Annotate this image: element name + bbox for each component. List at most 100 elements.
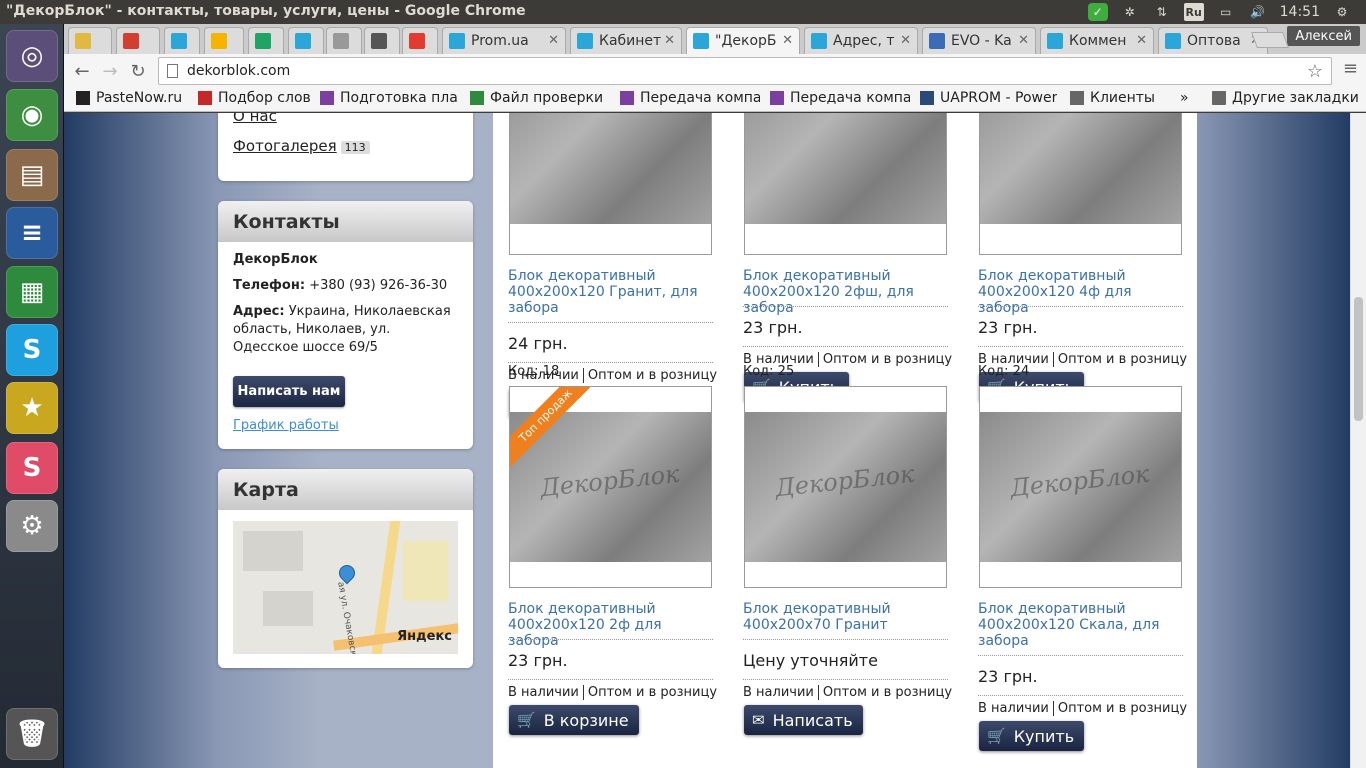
product-image[interactable]: ДекорБлок Топ продаж — [509, 386, 712, 588]
write-button[interactable]: ✉ Написать — [744, 705, 863, 735]
new-tab-button[interactable] — [1251, 32, 1289, 48]
update-check-icon[interactable]: ✓ — [1087, 3, 1108, 21]
bookmark-star-icon[interactable]: ☆ — [1307, 61, 1323, 82]
tab-close-icon[interactable]: ✕ — [548, 33, 559, 48]
network-icon[interactable]: ⇅ — [1152, 3, 1172, 21]
launcher-files-icon[interactable]: ▤ — [6, 149, 58, 201]
power-gear-icon[interactable]: ⚙ — [1332, 3, 1352, 21]
write-us-button[interactable]: Написать нам — [233, 376, 345, 407]
browser-tab[interactable] — [364, 27, 400, 54]
yandex-logo: Яндекс — [397, 629, 452, 644]
tab-strip: Алексей Prom.ua ✕ Кабинет ✕ "ДекорБ ✕ Адрес, т… — [64, 24, 1366, 54]
bookmarks-overflow-icon[interactable]: » — [1180, 90, 1189, 106]
product-name-link[interactable]: Блок декоративный 400х200х70 Гранит — [743, 601, 948, 633]
launcher-trash-icon[interactable]: 🗑 — [6, 708, 58, 760]
launcher-skype-icon[interactable]: S — [6, 324, 58, 376]
tab-label: Prom.ua — [471, 33, 529, 49]
tab-favicon-icon — [693, 33, 709, 49]
separator — [817, 685, 819, 700]
page-scrollbar[interactable] — [1350, 113, 1366, 768]
product-code: Код: 25 — [743, 364, 795, 379]
bookmark-item[interactable]: Файл проверки — [470, 90, 603, 106]
browser-tab[interactable]: EVO - Ka ✕ — [922, 27, 1036, 54]
product-card: Код: 24 ДекорБлок Блок декоративный 400х20… — [978, 113, 1187, 768]
system-top-bar: "ДекорБлок" - контакты, товары, услуги, … — [0, 0, 1366, 24]
browser-tab[interactable] — [248, 27, 284, 54]
battery-icon[interactable]: ▭ — [1216, 3, 1236, 21]
launcher-writer-icon[interactable]: ≡ — [6, 207, 58, 259]
volume-icon[interactable]: 🔊 — [1248, 3, 1268, 21]
clock[interactable]: 14:51 — [1280, 4, 1320, 20]
browser-tab[interactable] — [68, 27, 112, 54]
tab-close-icon[interactable]: ✕ — [1018, 33, 1029, 48]
sidebar-link-about[interactable]: О нас — [233, 113, 277, 125]
bookmark-item[interactable]: Подготовка пла — [320, 90, 458, 106]
tab-close-icon[interactable]: ✕ — [1136, 33, 1147, 48]
bookmark-item[interactable]: UAPROM - Power — [920, 90, 1057, 106]
other-bookmarks[interactable]: Другие закладки — [1212, 90, 1359, 106]
product-name-link[interactable]: Блок декоративный 400х200х120 Скала, для… — [978, 601, 1183, 649]
buy-button[interactable]: 🛒 В корзине — [509, 705, 639, 735]
other-bookmarks-label: Другие закладки — [1232, 90, 1359, 106]
launcher-ubuntu-dash-icon[interactable]: ◎ — [6, 30, 58, 82]
tab-favicon-icon — [171, 33, 187, 49]
map-block — [263, 591, 313, 626]
settings-tray-icon[interactable]: ✲ — [1120, 3, 1140, 21]
browser-tab[interactable]: Коммен ✕ — [1040, 27, 1154, 54]
product-image[interactable]: ДекорБлок — [744, 386, 947, 588]
launcher-chrome-icon[interactable]: ◉ — [6, 89, 58, 141]
bookmark-item[interactable]: Подбор слов — [198, 90, 311, 106]
browser-tab[interactable] — [164, 27, 200, 54]
browser-tab[interactable] — [204, 27, 244, 54]
browser-tab[interactable]: Кабинет ✕ — [570, 27, 682, 54]
bookmark-favicon-icon — [620, 91, 634, 105]
launcher-settings-icon[interactable]: ⚙ — [6, 500, 58, 552]
system-tray: ✓ ✲ ⇅ Ru ▭ 🔊 14:51 ⚙ — [1087, 0, 1366, 24]
product-price: 23 грн. — [978, 667, 1038, 686]
keyboard-layout-indicator[interactable]: Ru — [1183, 3, 1204, 21]
separator — [1052, 701, 1054, 716]
forward-icon[interactable]: → — [98, 60, 122, 82]
browser-tab[interactable]: Адрес, т ✕ — [804, 27, 918, 54]
tab-close-icon[interactable]: ✕ — [900, 33, 911, 48]
browser-tab[interactable] — [288, 27, 324, 54]
phone-value: +380 (93) 926-36-30 — [309, 278, 448, 293]
launcher-calc-icon[interactable]: ▦ — [6, 266, 58, 318]
bookmark-item[interactable]: Клиенты — [1070, 90, 1155, 106]
launcher-slack-icon[interactable]: S — [6, 442, 58, 494]
back-icon[interactable]: ← — [70, 60, 94, 82]
buy-button[interactable]: 🛒 Купить — [979, 721, 1085, 751]
gallery-count-badge: 113 — [340, 141, 370, 154]
browser-tab[interactable] — [116, 27, 160, 54]
profile-button[interactable]: Алексей — [1287, 26, 1360, 46]
bookmark-item[interactable]: Передача компа — [770, 90, 910, 106]
browser-tab[interactable] — [326, 27, 362, 54]
reload-icon[interactable]: ↻ — [126, 60, 150, 82]
trade-type-label: Оптом и в розницу — [587, 685, 718, 700]
bookmark-item[interactable]: Передача компа — [620, 90, 760, 106]
browser-tab[interactable]: Prom.ua ✕ — [442, 27, 566, 54]
tab-close-icon[interactable]: ✕ — [782, 33, 793, 48]
address-bar[interactable]: dekorblok.com ☆ — [158, 57, 1332, 85]
map-block — [243, 531, 303, 571]
map-heading: Карта — [218, 469, 473, 510]
scrollbar-thumb[interactable] — [1354, 297, 1363, 421]
browser-tab[interactable]: "ДекорБ ✕ — [686, 27, 800, 54]
launcher-star-app-icon[interactable]: ★ — [6, 382, 58, 434]
browser-tab[interactable] — [402, 27, 438, 54]
sidebar-link-gallery[interactable]: Фотогалерея 113 — [233, 137, 370, 155]
schedule-link[interactable]: График работы — [233, 418, 339, 433]
folder-icon — [1212, 91, 1226, 105]
bookmark-favicon-icon — [320, 91, 334, 105]
tab-close-icon[interactable]: ✕ — [664, 33, 675, 48]
bookmark-favicon-icon — [198, 91, 212, 105]
chrome-menu-icon[interactable]: ≡ — [1343, 58, 1358, 79]
product-card: Код: 18 ДекорБлок Топ продаж Блок декоратив… — [508, 113, 717, 768]
product-name-link[interactable]: Блок декоративный 400х200х120 2ф для заб… — [508, 601, 713, 649]
bookmark-favicon-icon — [920, 91, 934, 105]
product-image[interactable]: ДекорБлок — [979, 386, 1182, 588]
divider — [978, 695, 1183, 696]
bookmark-item[interactable]: PasteNow.ru — [76, 90, 182, 106]
stock-status: В наличии Оптом и в розницу — [743, 685, 952, 700]
map-view[interactable]: ая ул. Очаковская ул Яндекс — [233, 521, 458, 654]
